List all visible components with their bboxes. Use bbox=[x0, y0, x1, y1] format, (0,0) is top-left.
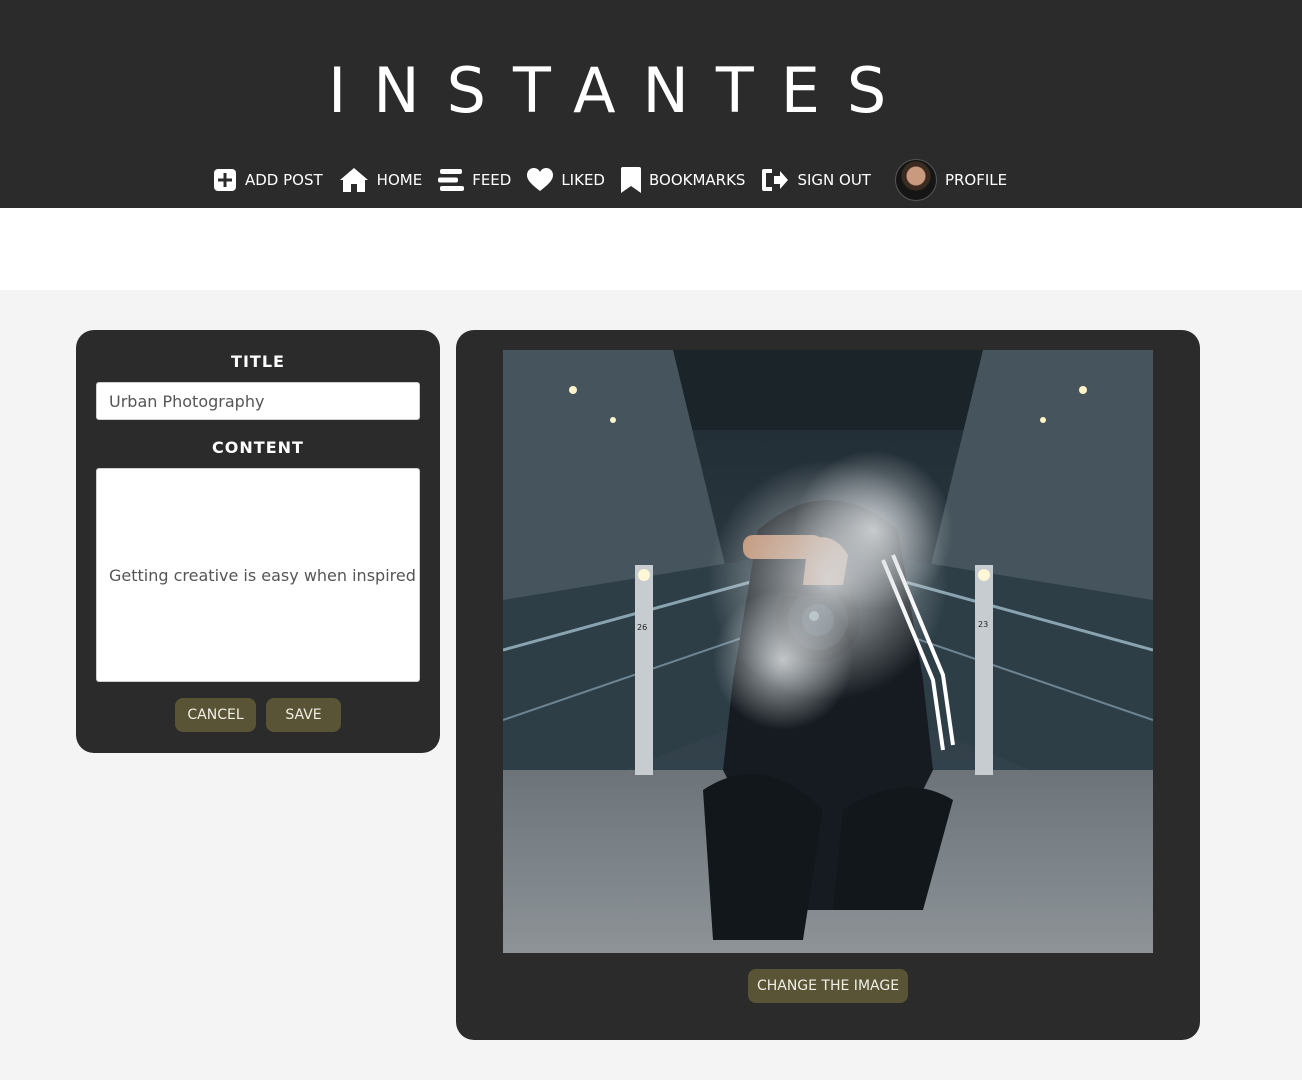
post-image: 26 23 bbox=[503, 350, 1153, 953]
pillar-number-left: 26 bbox=[637, 623, 647, 632]
content-text: Getting creative is easy when inspired bbox=[109, 565, 416, 585]
change-image-button[interactable]: CHANGE THE IMAGE bbox=[748, 969, 908, 1003]
avatar bbox=[894, 159, 937, 201]
header-spacer bbox=[0, 208, 1302, 290]
nav-sign-out-label: SIGN OUT bbox=[797, 171, 871, 189]
image-panel: 26 23 CHANGE THE IMAGE bbox=[456, 330, 1200, 1040]
site-header: INSTANTES ADD POST HOME FEED LIKED BOOKM… bbox=[0, 0, 1302, 208]
heart-icon bbox=[527, 168, 554, 192]
nav-profile-label: PROFILE bbox=[944, 171, 1008, 189]
main-nav: ADD POST HOME FEED LIKED BOOKMARKS SIGN … bbox=[213, 158, 1023, 202]
title-input[interactable] bbox=[96, 382, 420, 420]
content-textarea[interactable]: Getting creative is easy when inspired bbox=[96, 468, 420, 682]
feed-icon bbox=[438, 168, 465, 192]
plus-square-icon bbox=[213, 168, 237, 192]
edit-post-form: TITLE CONTENT Getting creative is easy w… bbox=[76, 330, 440, 753]
nav-feed-label: FEED bbox=[472, 171, 512, 189]
title-label: TITLE bbox=[231, 352, 285, 371]
cancel-button[interactable]: CANCEL bbox=[175, 698, 256, 732]
nav-profile[interactable]: PROFILE bbox=[894, 159, 1008, 201]
nav-bookmarks-label: BOOKMARKS bbox=[648, 171, 746, 189]
content-label: CONTENT bbox=[212, 438, 304, 457]
nav-home[interactable]: HOME bbox=[339, 167, 423, 193]
brand-logo[interactable]: INSTANTES bbox=[328, 54, 913, 128]
sign-out-icon bbox=[761, 168, 789, 192]
save-button[interactable]: SAVE bbox=[266, 698, 341, 732]
nav-home-label: HOME bbox=[376, 171, 423, 189]
bookmark-icon bbox=[620, 167, 641, 193]
nav-feed[interactable]: FEED bbox=[438, 168, 511, 192]
nav-liked-label: LIKED bbox=[561, 171, 605, 189]
pillar-number-right: 23 bbox=[978, 620, 988, 629]
nav-add-post-label: ADD POST bbox=[245, 171, 323, 189]
nav-add-post[interactable]: ADD POST bbox=[213, 168, 323, 192]
nav-sign-out[interactable]: SIGN OUT bbox=[761, 168, 871, 192]
nav-bookmarks[interactable]: BOOKMARKS bbox=[620, 167, 746, 193]
nav-liked[interactable]: LIKED bbox=[527, 168, 605, 192]
home-icon bbox=[339, 167, 369, 193]
